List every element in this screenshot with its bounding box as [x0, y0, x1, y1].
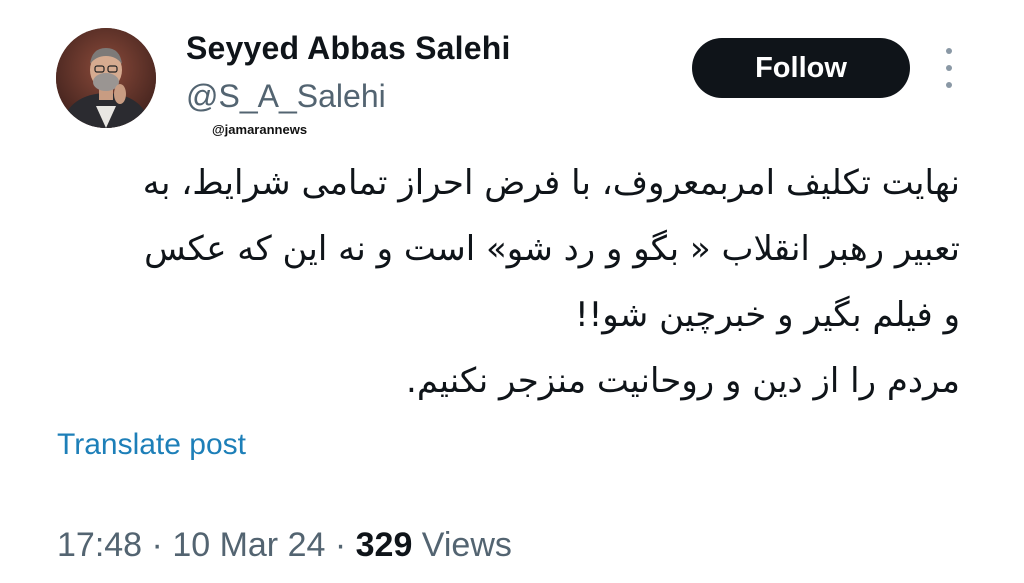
translate-post-link[interactable]: Translate post — [57, 428, 246, 462]
avatar-photo — [56, 28, 156, 128]
views-count: 329 — [355, 526, 413, 564]
follow-button[interactable]: Follow — [692, 38, 910, 98]
tweet-time[interactable]: 17:48 — [57, 526, 142, 564]
tweet-line: و فیلم بگیر و خبرچین شو!! — [574, 295, 960, 335]
avatar[interactable] — [56, 28, 156, 128]
more-dot — [946, 82, 952, 88]
tweet-line: نهایت تکلیف امربمعروف، با فرض احراز تمام… — [142, 163, 960, 203]
views-label: Views — [412, 526, 512, 564]
watermark-text: @jamarannews — [212, 122, 308, 137]
more-dot — [946, 65, 952, 71]
tweet-text: نهایت تکلیف امربمعروف، با فرض احراز تمام… — [40, 150, 960, 414]
more-dot — [946, 48, 952, 54]
tweet-line: تعبیر رهبر انقلاب « بگو و رد شو» است و ن… — [144, 229, 960, 269]
meta-separator: · — [142, 526, 173, 564]
author-handle[interactable]: @S_A_Salehi — [186, 78, 386, 115]
tweet-meta: 17:48 · 10 Mar 24 · 329 Views — [57, 526, 512, 565]
author-display-name[interactable]: Seyyed Abbas Salehi — [186, 30, 511, 67]
vertical-ellipsis-icon[interactable] — [938, 48, 960, 88]
tweet-date[interactable]: 10 Mar 24 — [172, 526, 325, 564]
tweet-line: مردم را از دین و روحانیت منزجر نکنیم. — [406, 361, 960, 401]
meta-separator: · — [325, 526, 356, 564]
